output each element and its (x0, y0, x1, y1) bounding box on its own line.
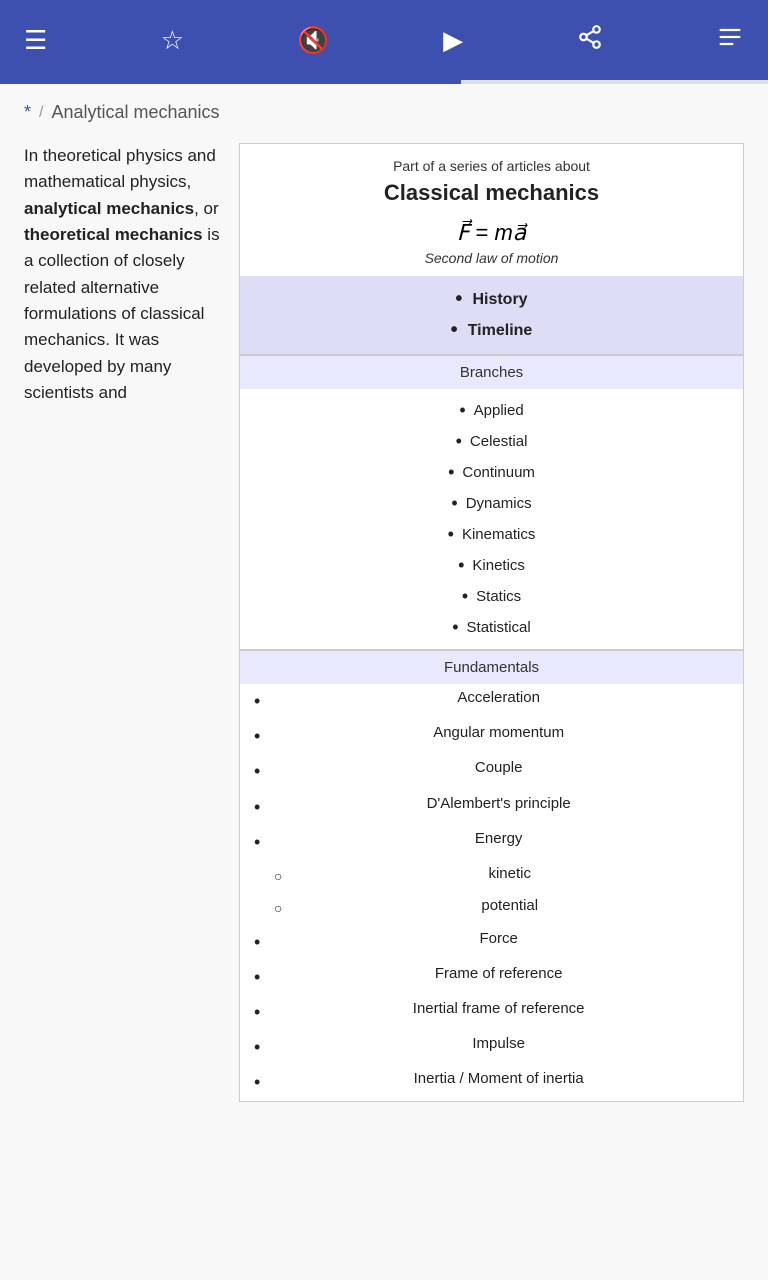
fundamental-energy[interactable]: Energy (240, 825, 743, 860)
branch-applied[interactable]: Applied (240, 395, 743, 426)
breadcrumb-star[interactable]: * (24, 102, 31, 123)
fundamentals-header: Fundamentals (240, 651, 743, 684)
main-content: In theoretical physics and mathematical … (0, 135, 768, 1102)
fundamental-frame-of-reference[interactable]: Frame of reference (240, 960, 743, 995)
branch-celestial[interactable]: Celestial (240, 426, 743, 457)
fundamental-acceleration[interactable]: Acceleration (240, 684, 743, 719)
share-icon[interactable] (577, 24, 603, 57)
breadcrumb: * / Analytical mechanics (0, 84, 768, 135)
branch-kinematics[interactable]: Kinematics (240, 519, 743, 550)
infobox-title: Classical mechanics (240, 178, 743, 214)
fundamental-kinetic[interactable]: kinetic (240, 860, 743, 892)
infobox-formula: F⃗ = ma⃗ (240, 214, 743, 248)
more-icon[interactable] (716, 23, 744, 58)
branches-header: Branches (240, 356, 743, 389)
fundamental-couple[interactable]: Couple (240, 754, 743, 789)
history-item-history[interactable]: History (254, 284, 729, 315)
fundamental-force[interactable]: Force (240, 925, 743, 960)
history-list: History Timeline (254, 284, 729, 346)
branch-kinetics[interactable]: Kinetics (240, 550, 743, 581)
history-item-timeline[interactable]: Timeline (254, 315, 729, 346)
infobox-formula-law: Second law of motion (240, 248, 743, 276)
branch-statics[interactable]: Statics (240, 581, 743, 612)
fundamental-angular-momentum[interactable]: Angular momentum (240, 719, 743, 754)
breadcrumb-title: Analytical mechanics (51, 102, 219, 123)
branch-continuum[interactable]: Continuum (240, 457, 743, 488)
fundamental-inertia[interactable]: Inertia / Moment of inertia (240, 1065, 743, 1100)
branch-statistical[interactable]: Statistical (240, 612, 743, 643)
infobox: Part of a series of articles about Class… (239, 143, 744, 1102)
topbar: ☰ ☆ 🔇 ▶ (0, 0, 768, 80)
branches-list: Applied Celestial Continuum Dynamics Kin… (240, 389, 743, 649)
infobox-series-label: Part of a series of articles about (240, 144, 743, 178)
star-icon[interactable]: ☆ (161, 25, 184, 56)
mute-icon[interactable]: 🔇 (297, 25, 329, 56)
branch-dynamics[interactable]: Dynamics (240, 488, 743, 519)
menu-icon[interactable]: ☰ (24, 25, 47, 56)
fundamental-impulse[interactable]: Impulse (240, 1030, 743, 1065)
fundamentals-list: Acceleration Angular momentum Couple D'A… (240, 684, 743, 1101)
play-icon[interactable]: ▶ (443, 25, 463, 56)
fundamental-dalembert[interactable]: D'Alembert's principle (240, 790, 743, 825)
fundamental-inertial-frame[interactable]: Inertial frame of reference (240, 995, 743, 1030)
fundamental-potential[interactable]: potential (240, 892, 743, 924)
breadcrumb-separator: / (39, 104, 43, 122)
article-intro-text: In theoretical physics and mathematical … (24, 143, 239, 1102)
history-section: History Timeline (240, 276, 743, 354)
